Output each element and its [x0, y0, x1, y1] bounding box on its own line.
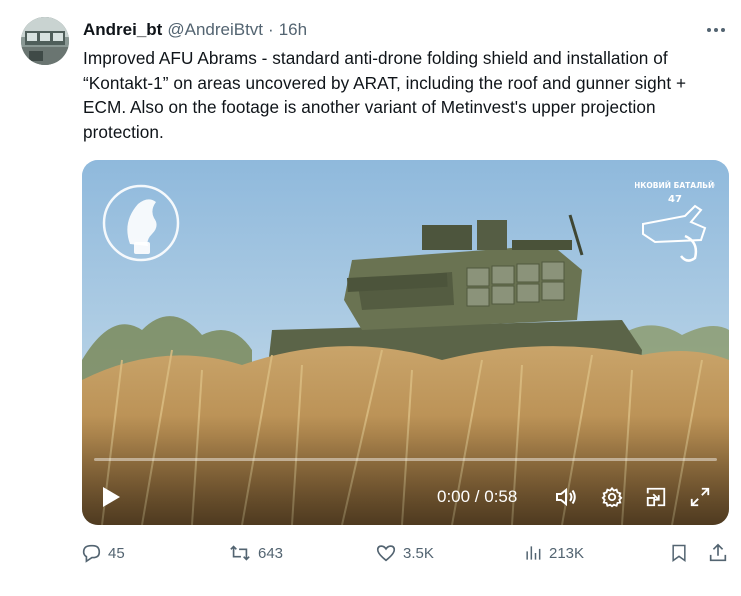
tweet-text: Improved AFU Abrams - standard anti-dron…	[83, 48, 687, 142]
video-player[interactable]: ТАНКОВИЙ БАТАЛЬЙОН 47 0:00 / 0:58	[82, 160, 729, 525]
tweet-header: Andrei_bt @AndreiBtvt · 16h	[83, 19, 307, 41]
handle[interactable]: @AndreiBtvt	[167, 19, 263, 41]
tweet-actions: 45 643 3.5K 213K	[80, 539, 735, 567]
fullscreen-icon[interactable]	[688, 485, 712, 509]
share-button[interactable]	[707, 539, 729, 567]
heart-icon	[376, 545, 396, 562]
video-progress-bar[interactable]	[94, 458, 717, 461]
picture-in-picture-icon[interactable]	[644, 485, 668, 509]
bookmark-button[interactable]	[669, 539, 689, 567]
separator-dot: ·	[268, 20, 274, 39]
unit-emblem-right: ТАНКОВИЙ БАТАЛЬЙОН 47	[635, 181, 715, 262]
gear-icon[interactable]	[600, 485, 624, 509]
like-button[interactable]: 3.5K	[375, 539, 434, 567]
volume-icon[interactable]	[554, 485, 578, 509]
repost-button[interactable]: 643	[228, 539, 283, 567]
bookmark-icon	[672, 544, 686, 562]
emblem-right-number: 47	[668, 194, 682, 205]
video-timecode: 0:00 / 0:58	[437, 487, 518, 506]
play-icon[interactable]	[100, 486, 122, 508]
timestamp[interactable]: 16h	[279, 19, 307, 41]
emblem-right-caption: ТАНКОВИЙ БАТАЛЬЙОН	[635, 181, 715, 190]
share-icon	[709, 543, 727, 562]
unit-emblem-left	[102, 184, 180, 262]
tweet: Andrei_bt @AndreiBtvt · 16h Improved AFU…	[0, 0, 741, 596]
avatar-image	[21, 17, 69, 65]
repost-icon	[230, 545, 250, 561]
like-count: 3.5K	[403, 544, 434, 562]
repost-count: 643	[258, 544, 284, 562]
video-controls: 0:00 / 0:58	[82, 478, 729, 516]
views-button[interactable]: 213K	[523, 539, 584, 567]
views-count: 213K	[549, 544, 585, 562]
views-icon	[526, 546, 541, 560]
reply-button[interactable]: 45	[80, 539, 125, 567]
reply-icon	[82, 544, 101, 563]
reply-count: 45	[108, 544, 125, 562]
more-icon[interactable]	[703, 20, 729, 40]
avatar[interactable]	[21, 17, 69, 65]
display-name[interactable]: Andrei_bt	[83, 19, 162, 41]
